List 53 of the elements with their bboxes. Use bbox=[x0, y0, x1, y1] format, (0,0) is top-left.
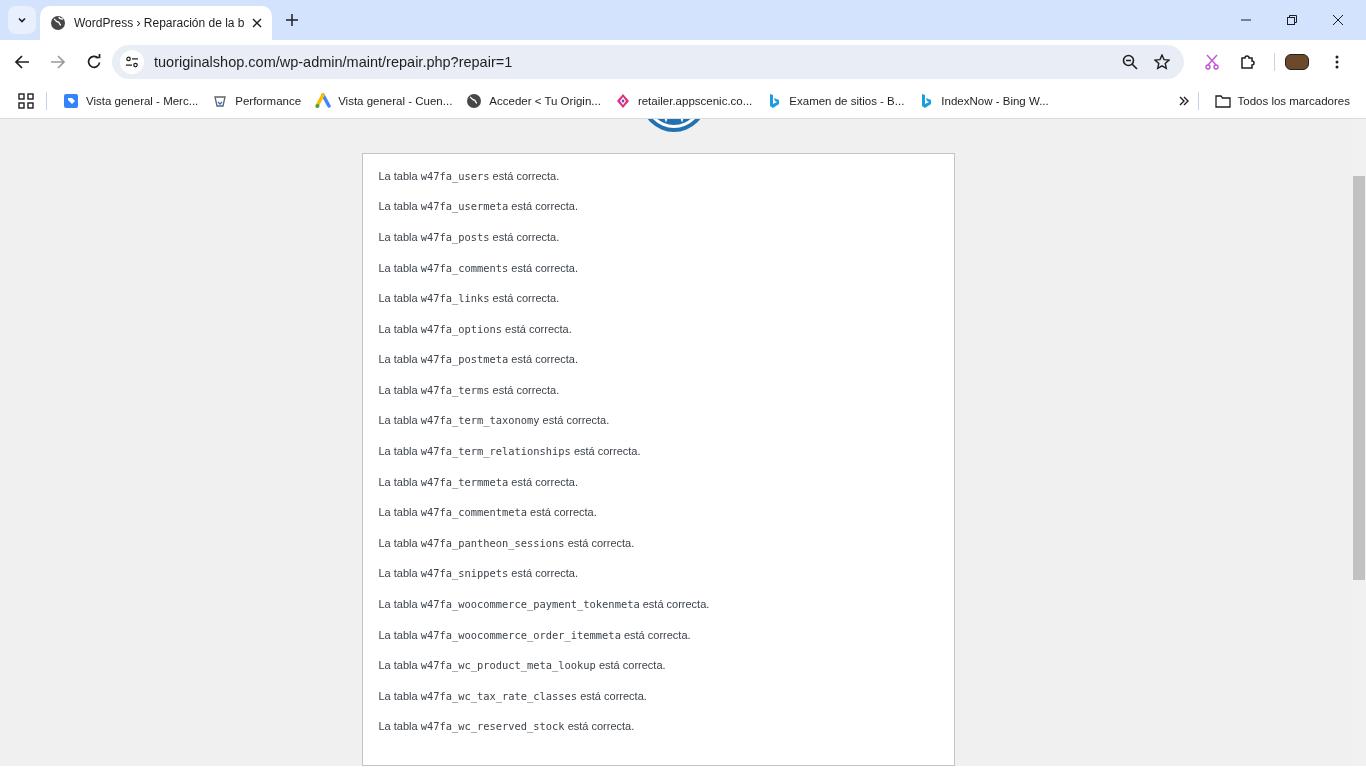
tag-icon bbox=[63, 93, 79, 109]
bookmark[interactable]: Performance bbox=[206, 88, 308, 114]
result-message: La tabla w47fa_comments está correcta. bbox=[378, 260, 579, 276]
result-message: La tabla w47fa_woocommerce_payment_tokenmeta está correcta. bbox=[378, 597, 711, 613]
bookmark[interactable]: Examen de sitios - B... bbox=[760, 88, 911, 114]
result-message: La tabla w47fa_usermeta está correcta. bbox=[378, 199, 579, 215]
restore-icon[interactable] bbox=[1286, 14, 1298, 26]
address-bar[interactable]: tuoriginalshop.com/wp-admin/maint/repair.php?repair=1 bbox=[112, 45, 1184, 79]
result-message: La tabla w47fa_postmeta está correcta. bbox=[378, 352, 579, 368]
zoom-out-icon[interactable] bbox=[1122, 54, 1138, 70]
bookmarks-folder[interactable]: Todos los marcadores bbox=[1208, 88, 1356, 114]
result-message: La tabla w47fa_options está correcta. bbox=[378, 321, 573, 337]
result-message: La tabla w47fa_woocommerce_order_itemmeta está correcta. bbox=[378, 627, 692, 643]
result-message: La tabla w47fa_wc_tax_rate_classes está correcta. bbox=[378, 688, 648, 704]
new-tab-icon[interactable] bbox=[286, 14, 298, 26]
bookmark[interactable]: Vista general - Cuen... bbox=[309, 88, 459, 114]
result-message: La tabla w47fa_commentmeta está correcta. bbox=[378, 505, 598, 521]
result-message: La tabla w47fa_wc_product_meta_lookup está correcta. bbox=[378, 658, 667, 674]
close-icon[interactable] bbox=[252, 18, 262, 28]
result-message: La tabla w47fa_users está correcta. bbox=[378, 168, 561, 184]
bookmark[interactable]: IndexNow - Bing W... bbox=[912, 88, 1055, 114]
browser-tab[interactable]: WordPress › Reparación de la b bbox=[40, 6, 272, 40]
bookmark[interactable]: retailer.appscenic.co... bbox=[608, 88, 759, 114]
scissors-icon[interactable] bbox=[1204, 54, 1220, 70]
bookmark[interactable]: Acceder < Tu Origin... bbox=[460, 88, 607, 114]
close-icon[interactable] bbox=[1332, 14, 1344, 26]
puzzle-icon[interactable] bbox=[1240, 54, 1256, 70]
result-message: La tabla w47fa_posts está correcta. bbox=[378, 229, 561, 245]
result-message: La tabla w47fa_links está correcta. bbox=[378, 291, 561, 307]
result-message: La tabla w47fa_termmeta está correcta. bbox=[378, 474, 579, 490]
site-settings-icon[interactable] bbox=[120, 50, 144, 74]
double-chevron-icon[interactable] bbox=[1177, 95, 1190, 107]
globe-icon bbox=[466, 93, 483, 109]
result-message: La tabla w47fa_snippets está correcta. bbox=[378, 566, 579, 582]
url-text: tuoriginalshop.com/wp-admin/maint/repair.php?repair=1 bbox=[154, 54, 513, 70]
result-message: La tabla w47fa_wc_reserved_stock está correcta. bbox=[378, 719, 636, 735]
result-message: La tabla w47fa_terms está correcta. bbox=[378, 382, 561, 398]
reload-icon[interactable] bbox=[86, 54, 102, 70]
star-icon[interactable] bbox=[1154, 54, 1170, 70]
tab-title: WordPress › Reparación de la b bbox=[74, 16, 244, 30]
back-arrow-icon[interactable] bbox=[14, 54, 30, 70]
flask-icon bbox=[212, 93, 229, 109]
globe-icon bbox=[50, 15, 66, 31]
forward-arrow-icon[interactable] bbox=[50, 54, 66, 70]
result-message: La tabla w47fa_term_taxonomy está correcta. bbox=[378, 413, 611, 429]
bookmark[interactable]: Vista general - Merc... bbox=[57, 88, 205, 114]
result-message: La tabla w47fa_pantheon_sessions está correcta. bbox=[378, 535, 636, 551]
apps-grid-icon[interactable] bbox=[18, 93, 34, 109]
diamond-icon bbox=[614, 93, 631, 109]
profile-avatar[interactable] bbox=[1285, 54, 1309, 70]
folder-icon bbox=[1214, 93, 1231, 109]
triangle-logo-icon bbox=[315, 93, 332, 109]
result-message: La tabla w47fa_term_relationships está correcta. bbox=[378, 444, 642, 460]
